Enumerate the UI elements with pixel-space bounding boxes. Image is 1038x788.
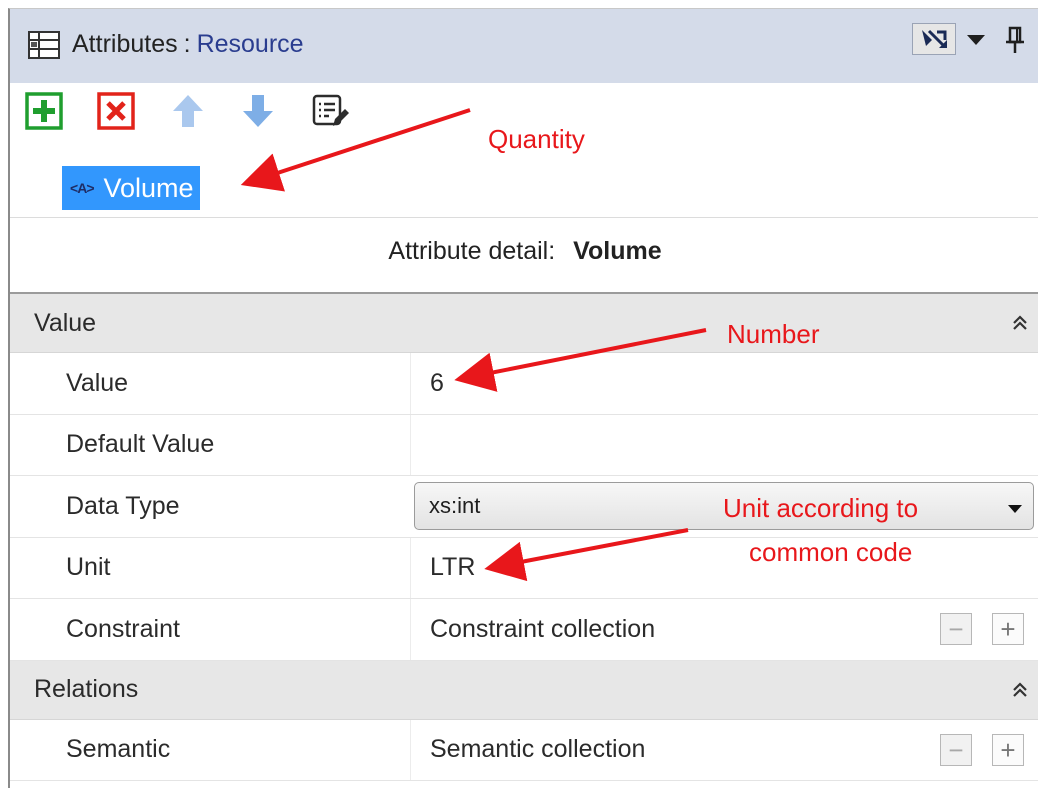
property-label: Data Type [66, 491, 180, 520]
attribute-detail-label: Attribute detail: [388, 237, 556, 265]
arrow-up-icon [173, 95, 203, 127]
auto-hide-toggle-button[interactable] [912, 23, 956, 55]
property-label: Unit [66, 553, 111, 582]
column-divider [410, 599, 411, 660]
attribute-list-item-selected[interactable]: <A> Volume [62, 166, 200, 210]
panel-title-separator: : [183, 30, 191, 58]
add-semantic-button[interactable]: + [992, 733, 1024, 766]
list-divider [10, 217, 1038, 218]
value-field[interactable]: 6 [430, 353, 444, 414]
section-value-header[interactable]: Value [10, 294, 1038, 353]
move-down-button[interactable] [238, 91, 278, 131]
add-attribute-button[interactable] [24, 91, 64, 131]
column-divider [410, 414, 411, 475]
column-divider [410, 719, 411, 780]
remove-semantic-button[interactable]: − [940, 733, 972, 766]
annotation-unit-line1: Unit according to [723, 493, 919, 523]
dropdown-arrow-icon [967, 35, 985, 45]
auto-hide-toggle-icon [922, 29, 947, 49]
chevron-down-icon [1007, 501, 1023, 519]
section-title: Relations [34, 675, 139, 703]
property-label: Value [66, 368, 129, 397]
section-title: Value [34, 308, 97, 337]
pin-button[interactable] [1000, 23, 1030, 57]
constraint-collection-value: Constraint collection [430, 614, 656, 643]
attribute-list-item-name: Volume [103, 172, 194, 203]
attribute-detail-name: Volume [573, 237, 662, 265]
add-constraint-button[interactable]: + [992, 613, 1024, 645]
column-divider [410, 537, 411, 598]
panel-title-prefix: Attributes [72, 30, 178, 58]
semantic-collection-value: Semantic collection [430, 735, 646, 764]
plus-icon [25, 92, 63, 130]
attribute-detail-header: Attribute detail: Volume [10, 237, 1038, 266]
attribute-type-badge: A [77, 180, 87, 196]
move-up-button[interactable] [168, 91, 208, 131]
panel-title: Attributes: Resource [72, 30, 304, 59]
unit-field[interactable]: LTR [430, 538, 475, 599]
property-row-constraint: Constraint Constraint collection − + [10, 599, 1038, 661]
arrow-down-icon [243, 95, 273, 127]
data-type-selected-value: xs:int [429, 493, 481, 518]
property-row-value: Value 6 [10, 353, 1038, 415]
panel-title-resource: Resource [196, 30, 304, 58]
section-relations-header[interactable]: Relations [10, 660, 1038, 720]
attributes-panel-icon [28, 31, 60, 59]
edit-list-icon [312, 94, 349, 126]
edit-list-button[interactable] [310, 91, 350, 131]
annotation-unit-line2: common code [749, 537, 913, 567]
annotation-quantity: Quantity [488, 124, 585, 154]
panel-title-bar: Attributes: Resource [10, 9, 1038, 83]
x-icon [97, 92, 135, 130]
panel-menu-dropdown[interactable] [962, 23, 990, 57]
property-label: Constraint [66, 614, 180, 643]
property-row-semantic: Semantic Semantic collection − + [10, 719, 1038, 781]
annotation-number: Number [727, 319, 820, 349]
property-label: Default Value [66, 430, 215, 459]
property-row-default-value: Default Value [10, 414, 1038, 476]
remove-constraint-button[interactable]: − [940, 613, 972, 645]
column-divider [410, 353, 411, 414]
collapse-chevron-icon[interactable] [1012, 661, 1028, 719]
pin-icon [1006, 26, 1024, 53]
collapse-chevron-icon[interactable] [1012, 294, 1028, 352]
delete-attribute-button[interactable] [96, 91, 136, 131]
attribute-type-icon: <A> [70, 180, 94, 196]
property-label: Semantic [66, 735, 171, 764]
